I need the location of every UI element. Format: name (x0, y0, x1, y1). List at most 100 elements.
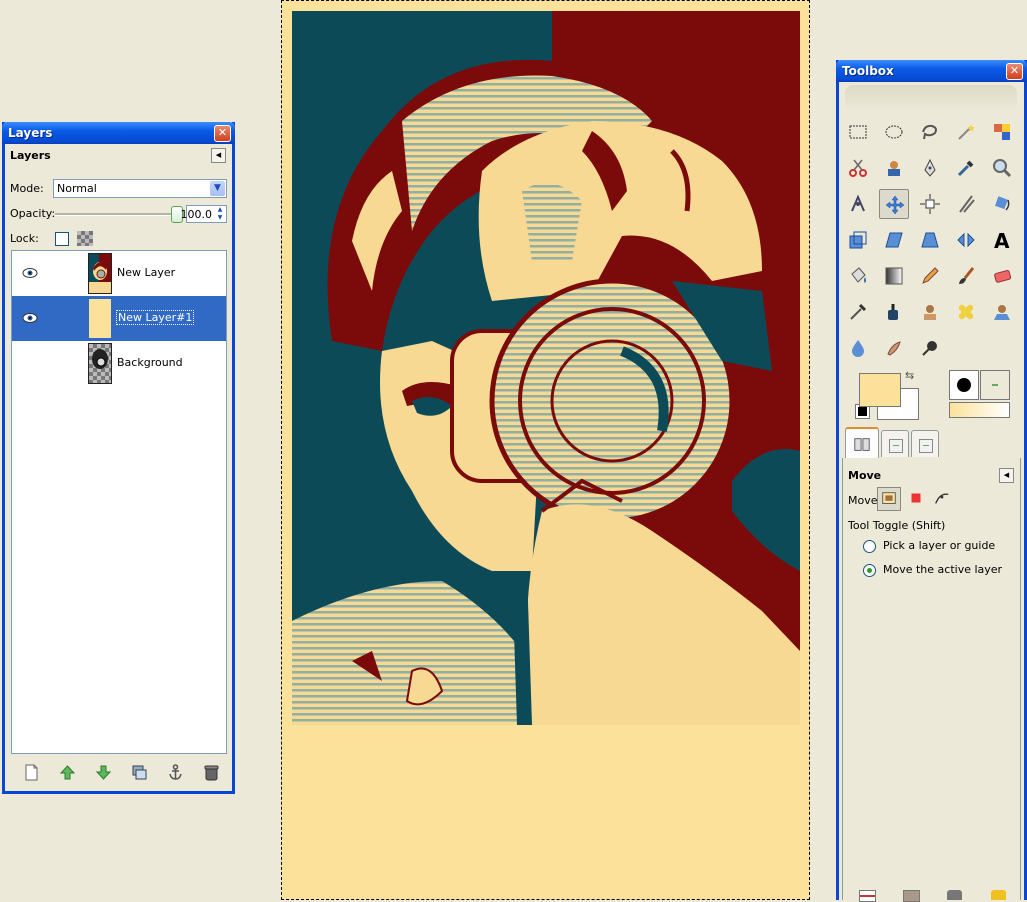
tab-menu-icon[interactable]: ◀ (211, 148, 226, 163)
move-selection-mode-button[interactable] (905, 487, 929, 511)
crop-icon[interactable] (951, 189, 981, 219)
toolbox-button-bar (845, 890, 1018, 902)
mode-select[interactable]: Normal ▼ (53, 179, 227, 198)
select-by-color-icon[interactable] (987, 117, 1017, 147)
tab-tool-options[interactable] (845, 427, 879, 459)
lock-row: Lock: (10, 229, 227, 249)
duplicate-layer-icon[interactable] (131, 764, 148, 781)
color-picker-icon[interactable] (951, 153, 981, 183)
shear-icon[interactable] (879, 225, 909, 255)
rect-select-icon[interactable] (843, 117, 873, 147)
mode-value: Normal (57, 182, 97, 195)
gradient-preview[interactable] (949, 402, 1010, 418)
align-icon[interactable] (915, 189, 945, 219)
lock-alpha-icon[interactable] (77, 231, 93, 246)
text-icon[interactable]: A (987, 225, 1017, 255)
airbrush-icon[interactable] (843, 297, 873, 327)
ellipse-select-icon[interactable] (879, 117, 909, 147)
swap-colors-icon[interactable]: ⇆ (905, 370, 917, 382)
new-layer-icon[interactable] (23, 764, 40, 781)
poster-artwork (292, 11, 800, 725)
move-path-mode-button[interactable] (931, 487, 955, 511)
delete-layer-icon[interactable] (203, 764, 220, 781)
layers-panel-title: Layers (10, 149, 51, 162)
pattern-preview[interactable] (980, 370, 1010, 400)
move-active-layer-label[interactable]: Move the active layer (883, 563, 1002, 576)
paintbrush-icon[interactable] (951, 261, 981, 291)
fuzzy-select-icon[interactable] (951, 117, 981, 147)
raise-layer-icon[interactable] (59, 764, 76, 781)
tool-options-icon (854, 438, 870, 451)
measure-icon[interactable] (843, 189, 873, 219)
delete-options-icon[interactable] (947, 890, 962, 900)
blur-icon[interactable] (843, 333, 873, 363)
reset-options-icon[interactable] (991, 890, 1006, 900)
eraser-icon[interactable] (987, 261, 1017, 291)
layer-name[interactable]: Background (117, 356, 183, 369)
foreground-color-swatch[interactable] (859, 373, 901, 407)
pick-layer-radio[interactable] (863, 540, 876, 553)
tab-undo-history[interactable] (911, 430, 939, 457)
lower-layer-icon[interactable] (95, 764, 112, 781)
opacity-slider[interactable] (55, 213, 173, 216)
mode-label: Mode: (10, 182, 44, 195)
blend-icon[interactable] (879, 261, 909, 291)
chevron-down-icon[interactable]: ▼ (210, 181, 225, 196)
ink-icon[interactable] (879, 297, 909, 327)
foreground-select-icon[interactable] (879, 153, 909, 183)
layer-row-background[interactable]: Background (12, 341, 226, 386)
perspective-clone-icon[interactable] (987, 297, 1017, 327)
opacity-label: Opacity: (10, 207, 56, 220)
layers-close-icon[interactable]: ✕ (214, 125, 231, 142)
restore-options-icon[interactable] (903, 890, 920, 902)
bucket-fill-icon[interactable] (843, 261, 873, 291)
paths-icon[interactable] (915, 153, 945, 183)
lock-pixels-checkbox[interactable] (55, 232, 69, 246)
clone-icon[interactable] (915, 297, 945, 327)
scale-icon[interactable] (843, 225, 873, 255)
wilber-drop-area (845, 85, 1017, 111)
layer-row-new-layer-1[interactable]: New Layer#1 (12, 296, 226, 341)
toolbox-window: Toolbox ✕ A ⇆ Move ◀ Move: Tool Toggle (… (836, 60, 1027, 902)
mode-row: Mode: Normal ▼ (10, 179, 227, 199)
spin-arrows-icon[interactable]: ▲ ▼ (215, 206, 225, 222)
opacity-row: Opacity: 100.0 ▲ ▼ (10, 204, 227, 224)
perspective-icon[interactable] (915, 225, 945, 255)
visibility-eye-icon[interactable] (22, 312, 38, 324)
flip-icon[interactable] (951, 225, 981, 255)
move-active-layer-radio[interactable] (863, 564, 876, 577)
save-options-icon[interactable] (859, 890, 876, 902)
dock-tabs (842, 426, 1021, 459)
layer-row-new-layer[interactable]: New Layer (12, 251, 226, 296)
brush-preview[interactable] (949, 370, 979, 400)
tab-placeholder-icon (889, 439, 903, 453)
toolbox-titlebar[interactable]: Toolbox ✕ (836, 60, 1027, 82)
anchor-layer-icon[interactable] (167, 764, 184, 781)
rotate-icon[interactable] (987, 189, 1017, 219)
pencil-icon[interactable] (915, 261, 945, 291)
tab-device-status[interactable] (881, 430, 909, 457)
path-mode-icon (935, 493, 949, 504)
smudge-icon[interactable] (879, 333, 909, 363)
layers-titlebar[interactable]: Layers ✕ (2, 122, 235, 144)
layer-name[interactable]: New Layer (117, 266, 175, 279)
zoom-icon[interactable] (987, 153, 1017, 183)
opacity-spinbox[interactable]: 100.0 ▲ ▼ (181, 205, 227, 223)
tab-menu-icon[interactable]: ◀ (999, 468, 1014, 483)
layers-button-bar (11, 761, 227, 785)
heal-icon[interactable] (951, 297, 981, 327)
toolbox-close-icon[interactable]: ✕ (1006, 63, 1023, 80)
image-canvas[interactable] (281, 0, 810, 900)
layers-dock-header: Layers ◀ (5, 144, 232, 166)
layer-thumbnail (88, 253, 112, 294)
visibility-eye-icon[interactable] (22, 267, 38, 279)
free-select-icon[interactable] (915, 117, 945, 147)
move-icon[interactable] (879, 189, 909, 219)
move-layer-mode-button[interactable] (877, 487, 901, 511)
layer-thumbnail (88, 343, 112, 384)
pick-layer-label[interactable]: Pick a layer or guide (883, 539, 995, 552)
layer-name[interactable]: New Layer#1 (115, 310, 195, 325)
dodge-burn-icon[interactable] (915, 333, 945, 363)
tool-options-panel: Move ◀ Move: Tool Toggle (Shift) Pick a … (842, 458, 1021, 900)
scissors-icon[interactable] (843, 153, 873, 183)
